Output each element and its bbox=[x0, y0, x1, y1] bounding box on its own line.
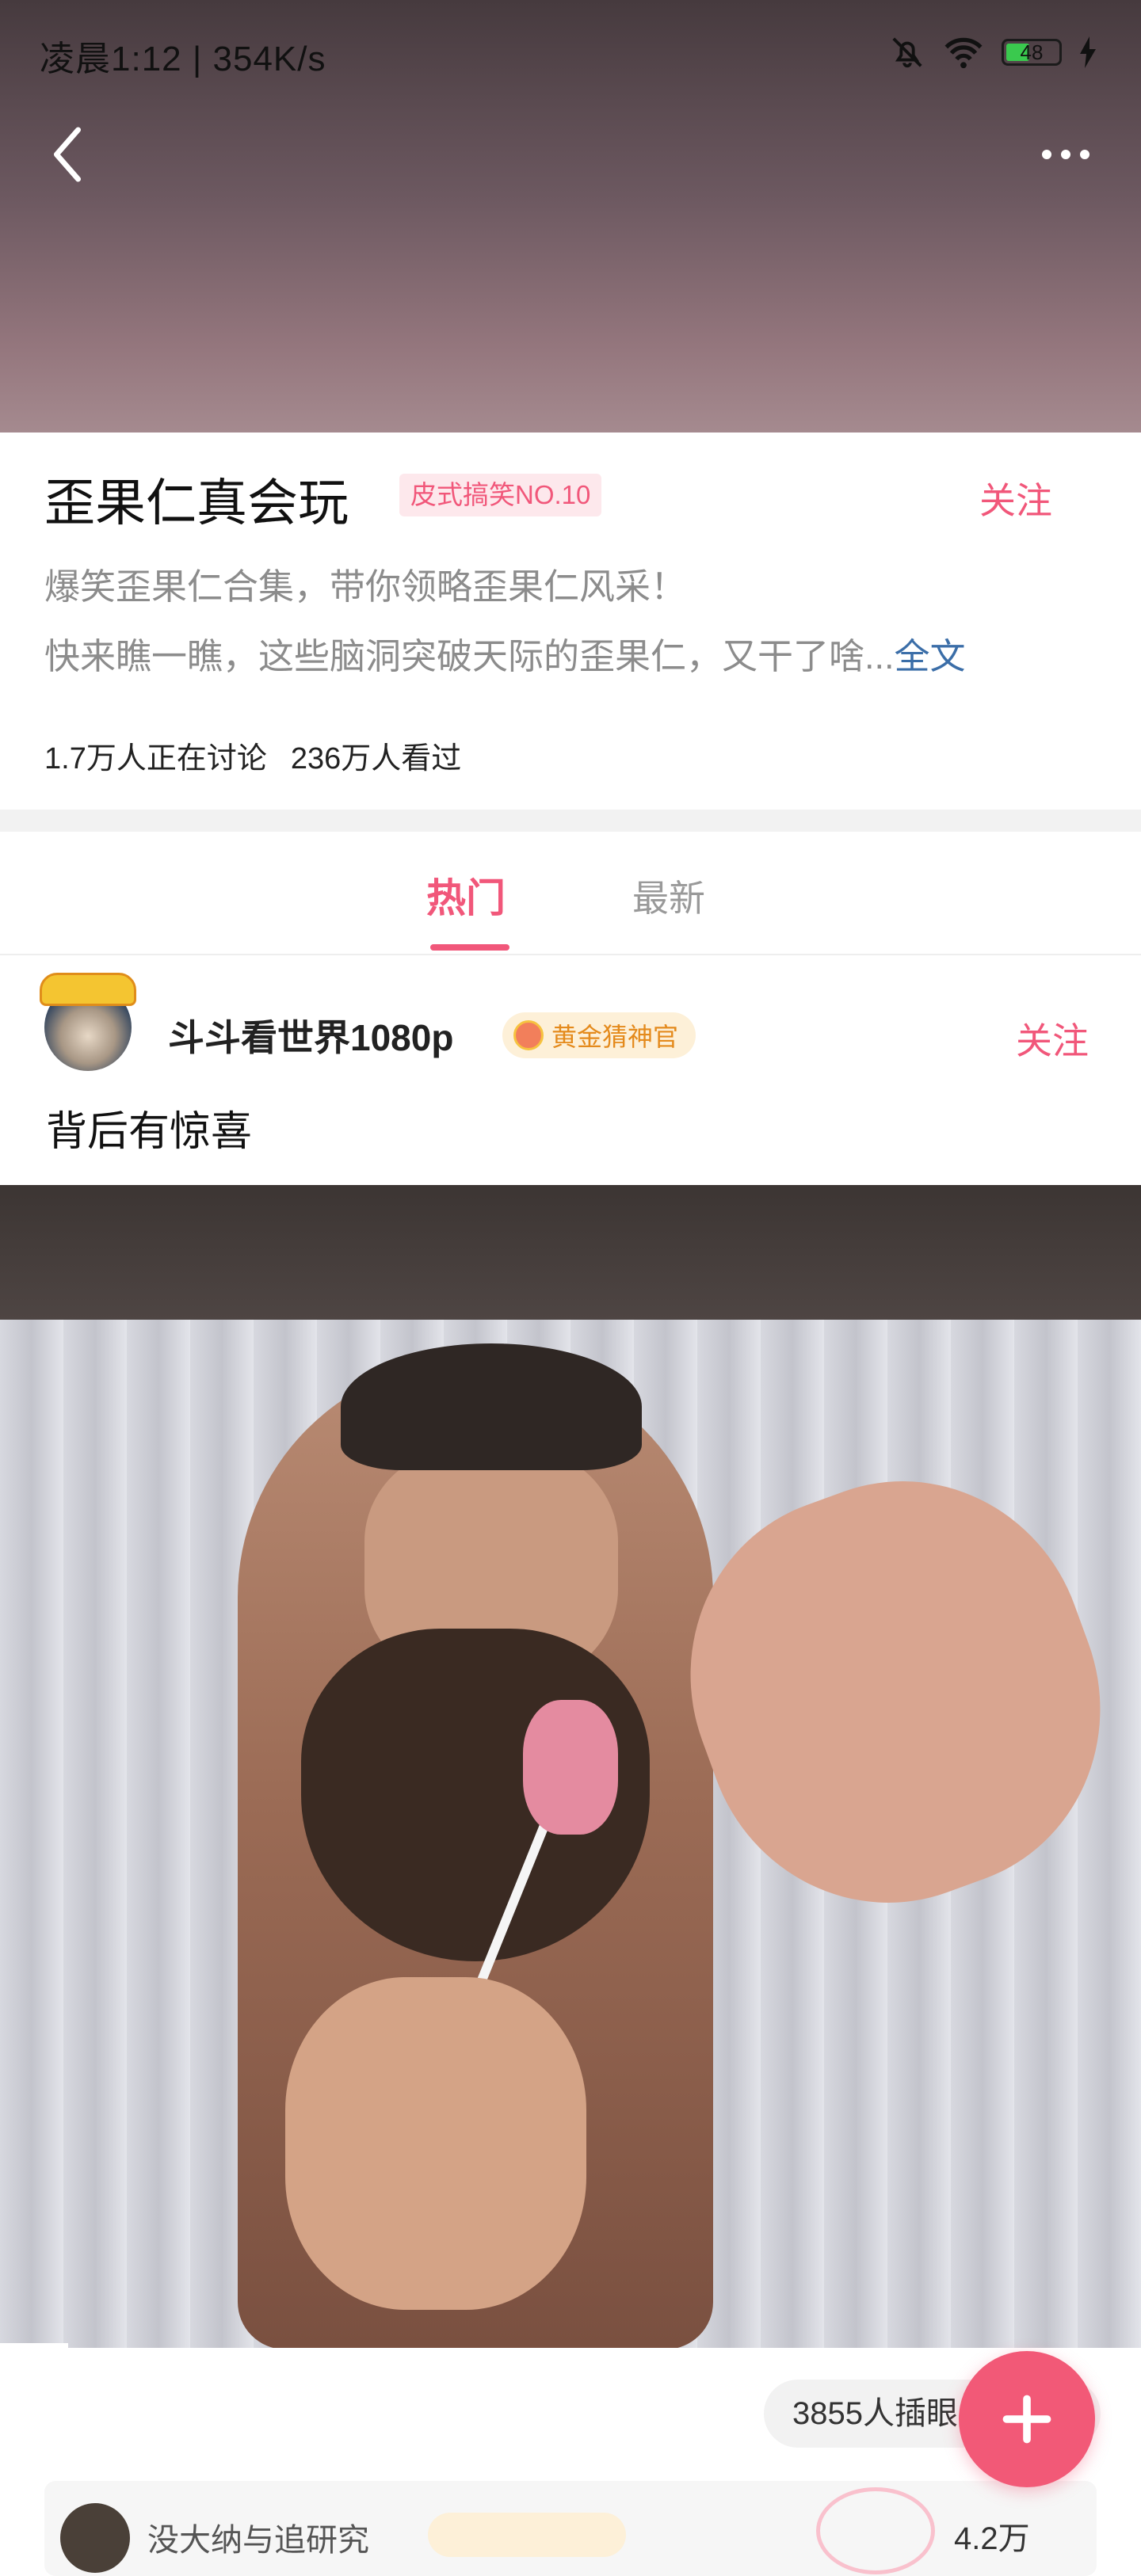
video-frame-fist bbox=[285, 1977, 586, 2310]
user-title-badge: 黄金猜神官 bbox=[502, 1012, 696, 1058]
add-icon bbox=[1002, 2395, 1051, 2444]
mute-bell-icon bbox=[892, 37, 922, 68]
post-text: 背后有惊喜 bbox=[46, 1109, 253, 1155]
comment-stamp bbox=[816, 2487, 935, 2574]
post-username[interactable]: 斗斗看世界1080p bbox=[168, 1009, 453, 1061]
video-progress-bar bbox=[0, 2343, 69, 2348]
topic-tag[interactable]: 皮式搞笑NO.10 bbox=[399, 474, 602, 516]
video-frame-wall bbox=[0, 1185, 1141, 1320]
video-frame-hair bbox=[341, 1343, 642, 1470]
comment-avatar[interactable] bbox=[60, 2503, 130, 2573]
more-icon bbox=[1042, 150, 1089, 159]
badge-icon bbox=[513, 1020, 544, 1050]
topic-title: 歪果仁真会玩 bbox=[44, 474, 349, 532]
badge-label: 黄金猜神官 bbox=[551, 1023, 679, 1051]
topic-stats: 1.7万人正在讨论 236万人看过 bbox=[44, 734, 461, 777]
wifi-icon bbox=[944, 37, 983, 69]
back-button[interactable] bbox=[40, 119, 95, 190]
topic-description-line1: 爆笑歪果仁合集，带你领略歪果仁风采！ bbox=[44, 566, 687, 607]
tab-hot[interactable]: 热门 bbox=[426, 867, 506, 924]
comment-user-badge bbox=[428, 2513, 626, 2557]
video-frame-lollipop bbox=[523, 1700, 618, 1835]
status-time: 凌晨1:12 | 354K/s bbox=[40, 40, 326, 78]
avatar-frame-badge bbox=[40, 973, 136, 1006]
follow-user-button[interactable]: 关注 bbox=[1016, 1012, 1089, 1065]
comment-username: 没大纳与追研究 bbox=[147, 2523, 369, 2558]
battery-icon: 48 bbox=[1002, 39, 1062, 66]
video-player[interactable] bbox=[0, 1185, 1141, 2348]
tab-bar-divider bbox=[0, 954, 1141, 955]
back-icon bbox=[53, 127, 82, 182]
tab-latest[interactable]: 最新 bbox=[632, 870, 705, 922]
more-button[interactable] bbox=[1030, 127, 1101, 182]
status-icons: 48 bbox=[889, 30, 1097, 74]
add-post-button[interactable] bbox=[959, 2351, 1095, 2487]
topic-description-text: 快来瞧一瞧，这些脑洞突破天际的歪果仁，又干了啥... bbox=[44, 636, 895, 676]
section-divider bbox=[0, 810, 1141, 832]
comment-like-count: 4.2万 bbox=[954, 2521, 1030, 2556]
viewed-count: 236万人看过 bbox=[290, 742, 462, 775]
follow-topic-button[interactable]: 关注 bbox=[979, 472, 1052, 524]
topic-description-line2: 快来瞧一瞧，这些脑洞突破天际的歪果仁，又干了啥...全文 bbox=[44, 627, 966, 679]
tab-active-indicator bbox=[430, 944, 509, 951]
full-text-link[interactable]: 全文 bbox=[895, 636, 966, 676]
discussing-count: 1.7万人正在讨论 bbox=[44, 742, 267, 775]
charging-icon bbox=[1080, 36, 1096, 68]
